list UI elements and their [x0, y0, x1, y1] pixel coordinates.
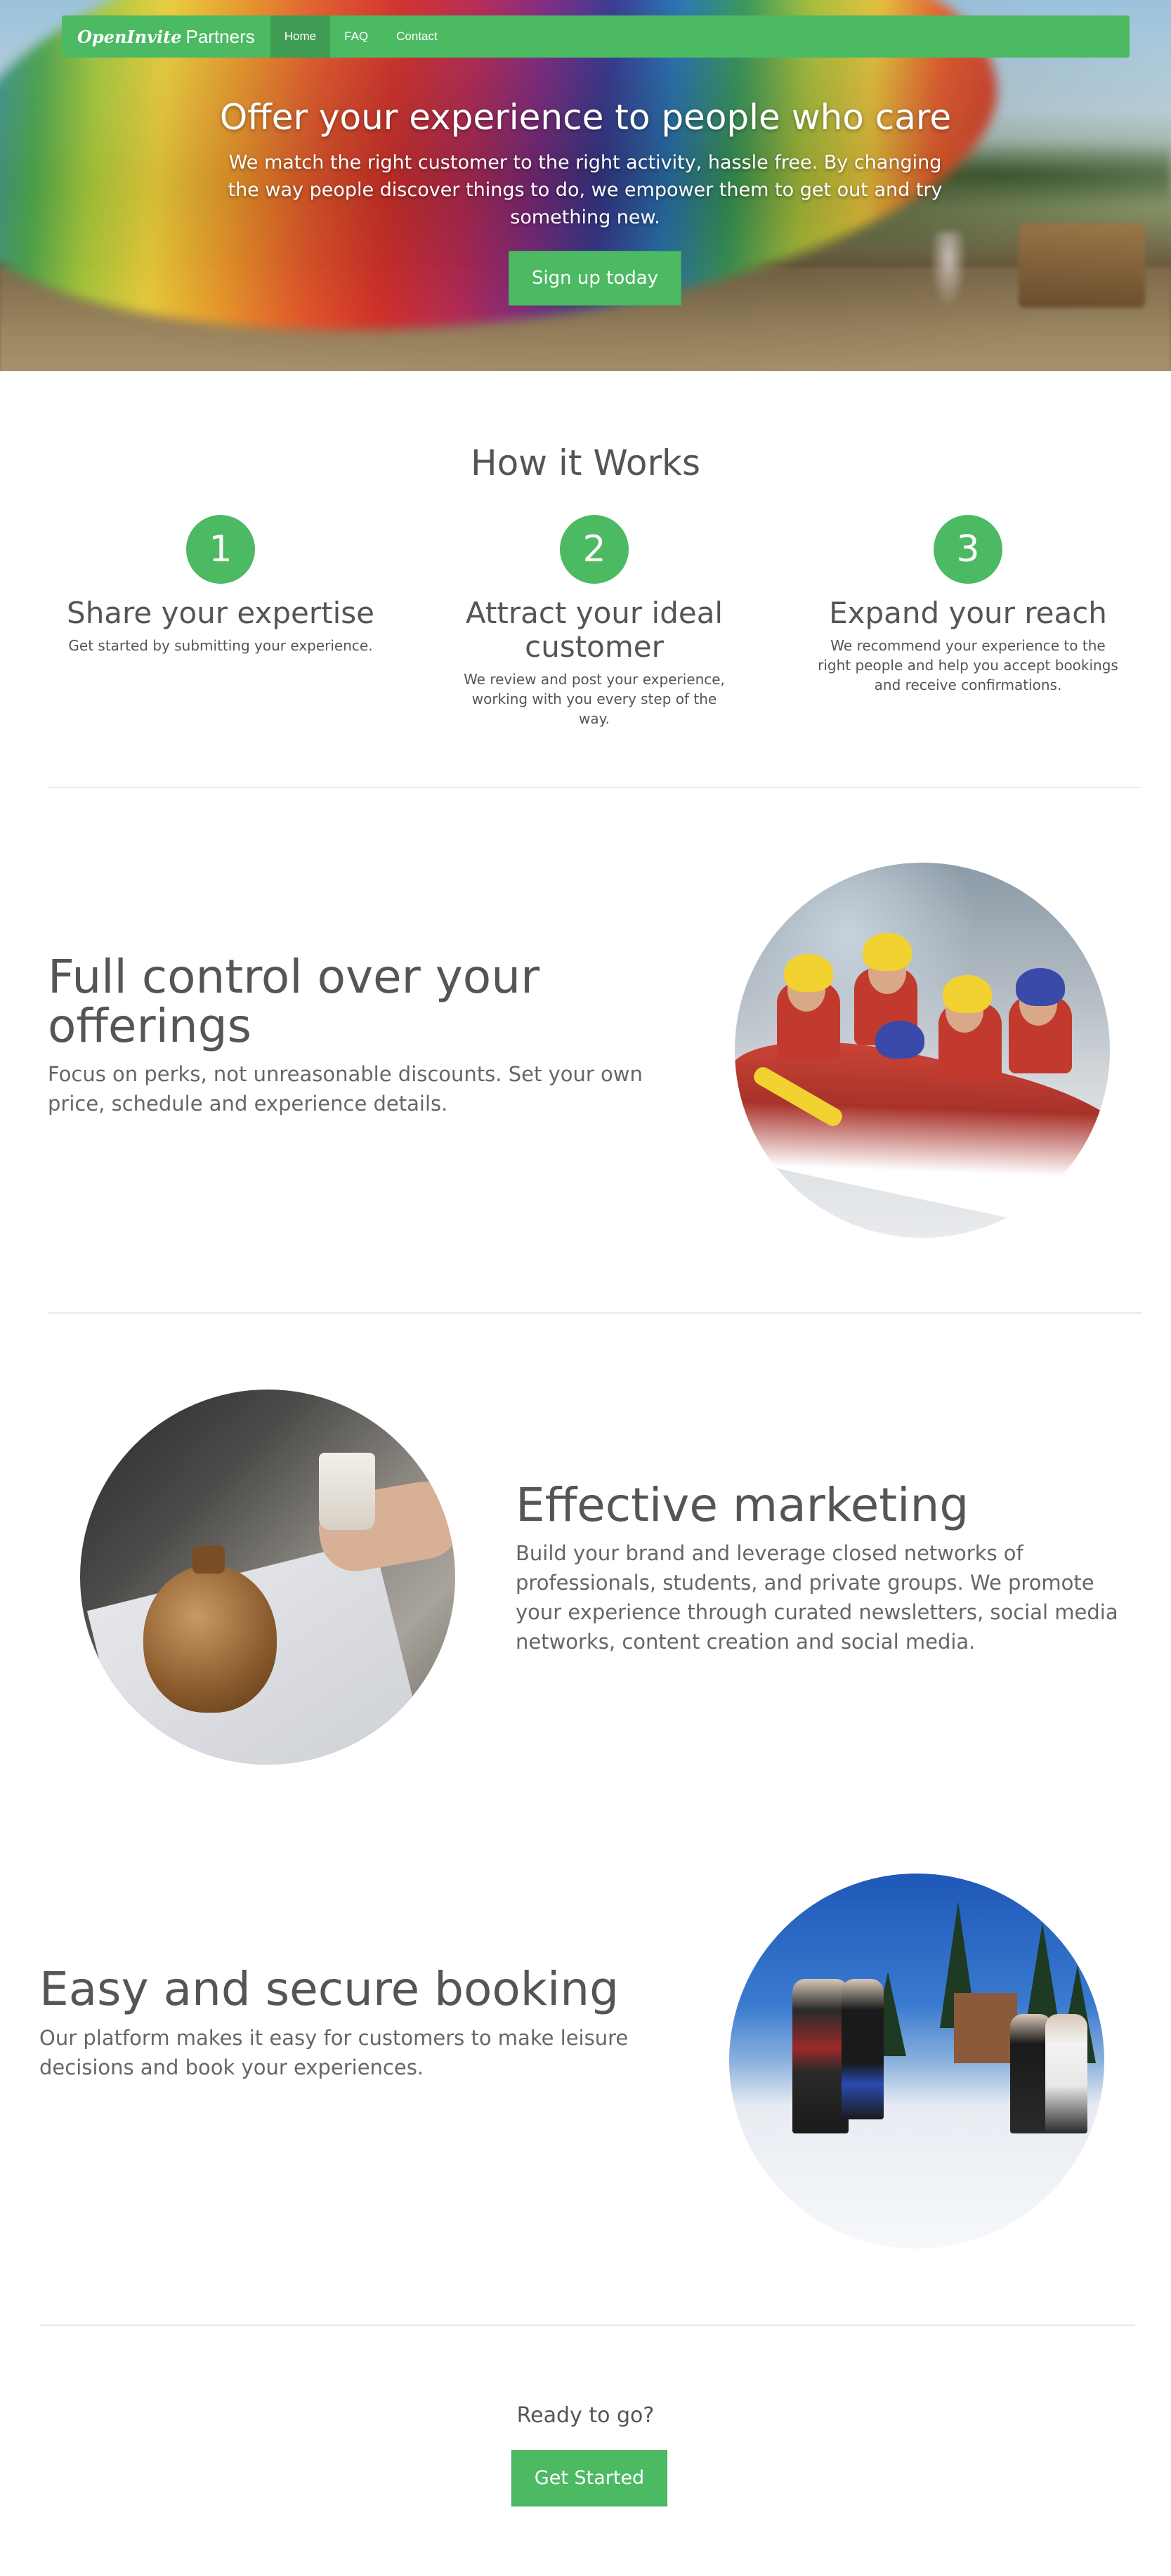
feature-title: Easy and secure booking [39, 1962, 620, 2016]
feature-text: Focus on perks, not unreasonable discoun… [48, 1062, 643, 1116]
step-3: 3 Expand your reach We recommend your ex… [792, 515, 1144, 695]
feature-text: Build your brand and leverage closed net… [516, 1541, 1118, 1654]
how-it-works-title: How it Works [470, 443, 701, 483]
skier [842, 1979, 884, 2119]
step-title: Share your expertise [67, 596, 374, 630]
skier [1045, 2014, 1087, 2133]
rafting-helmet [875, 1021, 924, 1059]
step-text: We recommend your experience to the righ… [818, 637, 1118, 693]
rafting-photo [735, 863, 1110, 1238]
feature-title: Effective marketing [516, 1478, 969, 1532]
hero-title: Offer your experience to people who care [219, 97, 952, 138]
ready-text: Ready to go? [516, 2403, 655, 2428]
step-text: Get started by submitting your experienc… [68, 637, 373, 654]
nav-item-home[interactable]: Home [270, 15, 331, 58]
step-2: 2 Attract your ideal customer We review … [419, 515, 770, 728]
step-number-badge: 1 [186, 515, 255, 584]
rafting-helmet [943, 975, 992, 1013]
skier [792, 1979, 849, 2133]
clay-vase [143, 1565, 277, 1713]
navbar: OpenInvite Partners Home FAQ Contact [62, 15, 1130, 58]
nav-item-contact[interactable]: Contact [382, 15, 452, 58]
step-1: 1 Share your expertise Get started by su… [45, 515, 396, 655]
cup [319, 1453, 375, 1530]
pottery-photo [80, 1390, 455, 1765]
vase-neck [192, 1545, 225, 1574]
brand-primary: OpenInvite [77, 26, 182, 47]
rafting-helmet [863, 933, 912, 971]
hero-subtitle: We match the right customer to the right… [228, 152, 943, 228]
get-started-button[interactable]: Get Started [511, 2450, 667, 2506]
step-text: We review and post your experience, work… [464, 671, 725, 727]
feature-title: Full control over your offerings [48, 950, 540, 1053]
rafting-helmet [784, 954, 833, 992]
brand-logo[interactable]: OpenInvite Partners [62, 15, 270, 58]
section-divider [48, 1312, 1141, 1314]
step-title: Attract your ideal customer [465, 596, 724, 664]
skiing-photo [729, 1874, 1104, 2249]
sign-up-button[interactable]: Sign up today [509, 251, 681, 306]
brand-secondary: Partners [185, 25, 255, 47]
section-divider [48, 787, 1141, 788]
chalet [954, 1993, 1017, 2063]
step-number-badge: 3 [934, 515, 1002, 584]
rafting-helmet [1016, 968, 1065, 1006]
step-number-badge: 2 [560, 515, 629, 584]
step-title: Expand your reach [829, 596, 1107, 630]
nav-item-faq[interactable]: FAQ [330, 15, 382, 58]
feature-text: Our platform makes it easy for customers… [39, 2026, 629, 2079]
section-divider [39, 2325, 1135, 2326]
